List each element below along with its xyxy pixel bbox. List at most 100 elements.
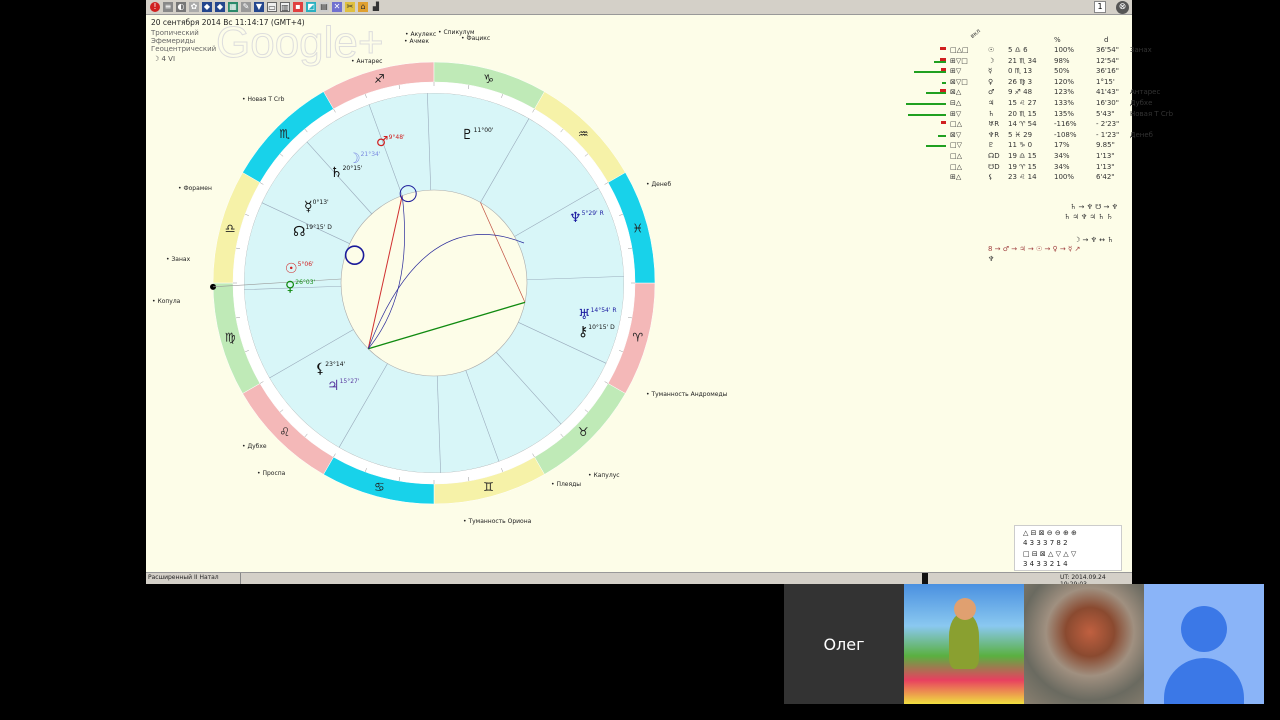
fixed-star-label: • Акулекс xyxy=(405,31,437,38)
planet-glyph: ♂ xyxy=(376,134,389,150)
conjunct-star: Занах xyxy=(1130,46,1152,54)
planet-1[interactable]: ♇11°00' xyxy=(461,127,493,143)
fixed-star-label: • Дубхе xyxy=(242,443,267,450)
participant-mandala[interactable] xyxy=(1024,584,1144,704)
fixed-star-label: • Занах xyxy=(166,256,191,263)
planet-position: 19 ♈ 15 xyxy=(1008,162,1037,171)
fixed-star-label: • Капулус xyxy=(588,472,620,479)
distance: 9.85" xyxy=(1096,141,1115,150)
planet-position: 9 ♐ 48 xyxy=(1008,88,1033,97)
percent: 34% xyxy=(1054,162,1070,171)
planet-symbol: ♀ xyxy=(988,77,994,86)
conjunct-star: Дубхе xyxy=(1130,99,1153,107)
participant-cartoon[interactable] xyxy=(904,584,1024,704)
elements-row2-symbols: □ ⊟ ⊠ △ ▽ △ ▽ xyxy=(1023,550,1077,558)
percent: 135% xyxy=(1054,109,1075,118)
aspect-boxes: ⊞▽ xyxy=(950,67,962,76)
strength-bar-red xyxy=(941,121,946,125)
conjunct-star: Антарес xyxy=(1130,88,1161,97)
planet-degree: 26°03' xyxy=(295,279,316,286)
planet-position: 5 ♓ 29 xyxy=(1008,130,1033,139)
planet-3[interactable]: ♄20°15' xyxy=(330,165,362,181)
sign-glyph-5: ♍ xyxy=(225,331,236,345)
sign-glyph-10: ♒ xyxy=(578,127,589,141)
distance: - 1'23" xyxy=(1096,130,1120,139)
planet-4[interactable]: ☿0°13' xyxy=(304,199,329,215)
sign-glyph-8: ♐ xyxy=(374,72,385,86)
hangout-participants: Олег xyxy=(784,584,1264,704)
dispositor-chain: ♄ → ♆ ☋ → ♆ xyxy=(1070,203,1118,211)
planet-symbol: ♂ xyxy=(988,88,995,97)
distance: - 2'23" xyxy=(1096,120,1120,129)
distance: 41'43" xyxy=(1096,88,1119,97)
aspect-boxes: □△ xyxy=(950,152,962,160)
sign-glyph-0: ♈ xyxy=(632,331,643,345)
strength-bar-green xyxy=(942,81,946,84)
fixed-star-label: • Туманность Ориона xyxy=(463,518,532,525)
dispositor-chain: ♆ xyxy=(988,255,995,263)
planet-glyph: ⚷ xyxy=(578,324,589,340)
planet-0[interactable]: ♂9°48' xyxy=(376,134,405,150)
aspect-boxes: ⊠▽□ xyxy=(950,77,968,86)
sign-glyph-6: ♎ xyxy=(225,221,236,235)
planet-degree: 21°34' xyxy=(360,151,381,158)
sign-glyph-4: ♌ xyxy=(279,425,290,439)
planet-position: 20 ♏ 15 xyxy=(1008,109,1037,118)
planet-5[interactable]: ☊19°15' D xyxy=(293,224,332,240)
elements-summary: △ ⊟ ⊠ ⊖ ⊖ ⊕ ⊕ 4 3 3 3 7 8 2 □ ⊟ ⊠ △ ▽ △ … xyxy=(1014,525,1122,571)
planet-symbol: ☋D xyxy=(988,162,1000,171)
sign-glyph-9: ♑ xyxy=(483,72,494,86)
planet-position: 5 ♎ 6 xyxy=(1008,46,1028,54)
aspect-boxes: ⊞▽ xyxy=(950,109,962,118)
planet-symbol: ♇ xyxy=(988,141,995,150)
fixed-star-label: • Форамен xyxy=(178,185,212,192)
planet-glyph: ♆ xyxy=(569,210,582,226)
percent: -116% xyxy=(1054,120,1077,129)
planet-symbol: ☿ xyxy=(988,67,993,76)
header-percent: % xyxy=(1054,36,1061,44)
percent: 34% xyxy=(1054,152,1070,160)
percent: 50% xyxy=(1054,67,1070,76)
distance: 1'13" xyxy=(1096,152,1115,160)
strength-bar-green xyxy=(938,134,946,137)
distance: 36'54" xyxy=(1096,46,1119,54)
strength-bar-green xyxy=(914,71,946,74)
planet-12[interactable]: ♃15°27' xyxy=(327,378,359,394)
planet-6[interactable]: ☉5°06' xyxy=(285,261,314,277)
planet-10[interactable]: ⚷10°15' D xyxy=(578,324,615,340)
planet-7[interactable]: ♀26°03' xyxy=(285,279,315,295)
aspect-boxes: ⊟△ xyxy=(950,99,962,107)
participant-oleg[interactable]: Олег xyxy=(784,584,904,704)
sign-glyph-1: ♉ xyxy=(578,425,589,439)
participant-avatar[interactable] xyxy=(1144,584,1264,704)
conjunct-star: Денеб xyxy=(1130,130,1153,139)
fixed-star-label: • Фацикс xyxy=(461,35,491,42)
percent: 120% xyxy=(1054,77,1075,86)
planet-9[interactable]: ♅14°54' R xyxy=(578,307,617,323)
elements-row1-values: 4 3 3 3 7 8 2 xyxy=(1023,539,1068,547)
sign-glyph-3: ♋ xyxy=(374,480,385,494)
percent: 100% xyxy=(1054,46,1075,54)
distance: 1'13" xyxy=(1096,162,1115,171)
fixed-star-label: • Проспа xyxy=(257,470,286,477)
planet-position: 19 ♎ 15 xyxy=(1008,152,1037,160)
planet-glyph: ♄ xyxy=(330,165,343,181)
planet-symbol: ⚸ xyxy=(988,173,994,182)
conjunct-star: Новая Т Crb xyxy=(1130,109,1174,118)
sign-glyph-7: ♏ xyxy=(279,127,290,141)
aspect-boxes: □△ xyxy=(950,120,962,129)
planet-position: 15 ♌ 27 xyxy=(1008,99,1037,107)
strength-bar-green xyxy=(926,145,946,148)
planet-degree: 5°29' R xyxy=(581,210,604,217)
fixed-star-label: • Антарес xyxy=(351,58,383,65)
planet-11[interactable]: ⚸23°14' xyxy=(315,361,345,377)
planet-8[interactable]: ♆5°29' R xyxy=(569,210,604,226)
aspect-boxes: ⊞△ xyxy=(950,173,962,182)
fixed-star-label: • Туманность Андромеды xyxy=(646,391,728,398)
planet-position: 14 ♈ 54 xyxy=(1008,120,1037,129)
planet-symbol: ☽ xyxy=(988,56,995,65)
fixed-star-label: • Денеб xyxy=(646,181,672,188)
planet-symbol: ☉ xyxy=(988,46,995,54)
planet-symbol: ♃ xyxy=(988,99,995,107)
strength-bar-red xyxy=(941,68,946,72)
